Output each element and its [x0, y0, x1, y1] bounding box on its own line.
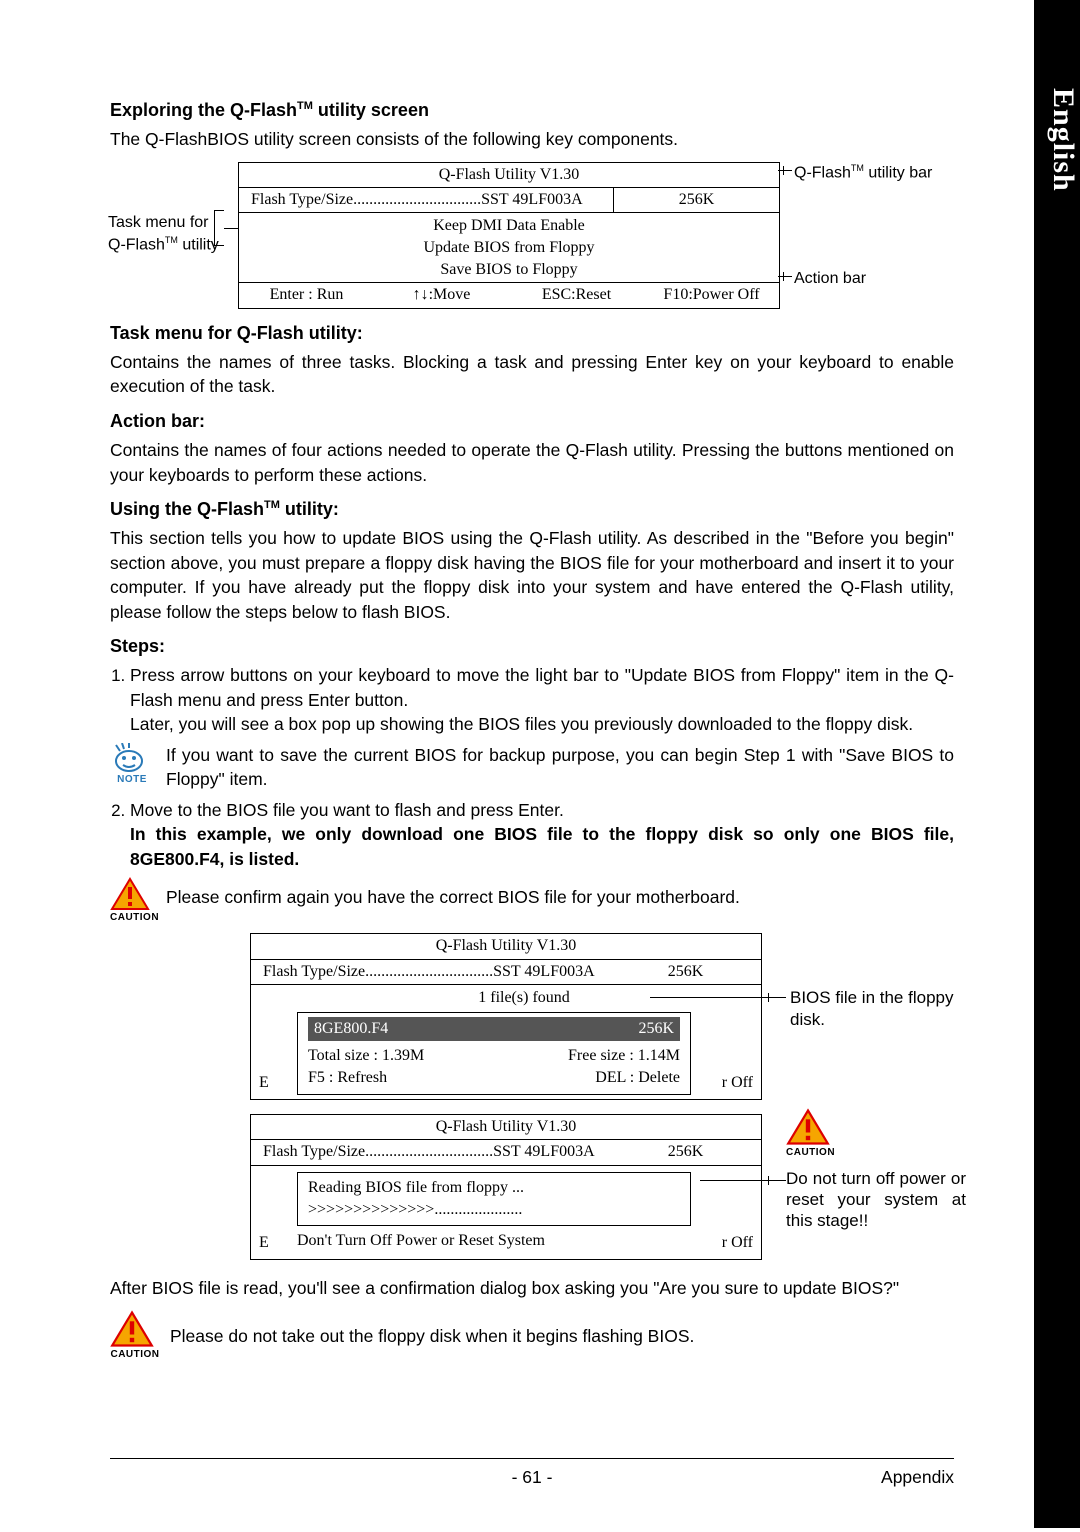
- steps-list: Press arrow buttons on your keyboard to …: [110, 663, 954, 737]
- heading-exploring: Exploring the Q-FlashTM utility screen: [110, 98, 954, 123]
- file-list-box: 8GE800.F4 256K Total size : 1.39M Free s…: [297, 1012, 691, 1095]
- page-footer: - 61 - Appendix: [110, 1458, 954, 1488]
- heading-steps: Steps:: [110, 634, 954, 659]
- note-icon: [110, 743, 148, 773]
- section-name: Appendix: [814, 1467, 954, 1488]
- qflash-title: Q-Flash Utility V1.30: [239, 163, 779, 188]
- heading-action-bar: Action bar:: [110, 409, 954, 434]
- caution-icon: [110, 1310, 154, 1348]
- action-bar-items: Enter : Run ↑↓:Move ESC:Reset F10:Power …: [239, 283, 779, 307]
- diagram-3: Q-Flash Utility V1.30 Flash Type/Size...…: [250, 1114, 860, 1260]
- diagram-2: Q-Flash Utility V1.30 Flash Type/Size...…: [250, 933, 860, 1099]
- caution-floppy: CAUTION Please do not take out the flopp…: [110, 1310, 954, 1362]
- file-size: 256K: [638, 1018, 674, 1040]
- qflash3-type: Flash Type/Size.........................…: [251, 1140, 610, 1164]
- annotation-do-not-turn-off: Do not turn off power or reset your syst…: [786, 1168, 966, 1232]
- caution-label: CAUTION: [110, 911, 154, 925]
- steps-list-cont: Move to the BIOS file you want to flash …: [110, 798, 954, 872]
- page-content: Exploring the Q-FlashTM utility screen T…: [110, 88, 954, 1362]
- qflash-screen-2: Q-Flash Utility V1.30 Flash Type/Size...…: [250, 933, 762, 1099]
- action-bar-paragraph: Contains the names of four actions neede…: [110, 438, 954, 487]
- page-number: - 61 -: [250, 1467, 814, 1488]
- caution-confirm-file: CAUTION Please confirm again you have th…: [110, 877, 954, 925]
- partial-text-right-3: r Off: [722, 1232, 753, 1254]
- refresh-hint: F5 : Refresh: [308, 1067, 387, 1089]
- label-action-bar: Action bar: [794, 268, 866, 290]
- qflash3-title: Q-Flash Utility V1.30: [251, 1115, 761, 1140]
- task-menu-paragraph: Contains the names of three tasks. Block…: [110, 350, 954, 399]
- files-found: 1 file(s) found: [297, 987, 751, 1011]
- partial-text-left: E: [259, 1072, 269, 1094]
- diagram-1: Q-Flash Utility V1.30 Flash Type/Size...…: [110, 162, 954, 309]
- flash-type-size: Flash Type/Size.........................…: [239, 188, 613, 212]
- free-size: Free size : 1.14M: [568, 1045, 680, 1067]
- partial-text-left-3: E: [259, 1232, 269, 1254]
- language-tab-label: English: [1034, 88, 1080, 192]
- heading-using: Using the Q-FlashTM utility:: [110, 497, 954, 522]
- heading-task-menu: Task menu for Q-Flash utility:: [110, 321, 954, 346]
- language-tab: English: [1034, 0, 1080, 1528]
- annotation-bios-file: BIOS file in the floppy disk.: [790, 987, 960, 1030]
- exploring-paragraph: The Q-FlashBIOS utility screen consists …: [110, 127, 954, 152]
- file-highlighted[interactable]: 8GE800.F4 256K: [308, 1017, 680, 1041]
- qflash-screen-3: Q-Flash Utility V1.30 Flash Type/Size...…: [250, 1114, 762, 1260]
- partial-text-right: r Off: [722, 1072, 753, 1094]
- note-save-bios: NOTE If you want to save the current BIO…: [110, 743, 954, 792]
- using-paragraph: This section tells you how to update BIO…: [110, 526, 954, 624]
- task-menu-items: Keep DMI Data Enable Update BIOS from Fl…: [239, 213, 779, 283]
- reading-box: Reading BIOS file from floppy ... >>>>>>…: [297, 1172, 691, 1227]
- caution-label-2: CAUTION: [786, 1146, 835, 1160]
- step-1: Press arrow buttons on your keyboard to …: [130, 663, 954, 737]
- flash-size: 256K: [613, 188, 779, 212]
- step-2: Move to the BIOS file you want to flash …: [130, 798, 954, 872]
- total-size: Total size : 1.39M: [308, 1045, 424, 1067]
- qflash2-title: Q-Flash Utility V1.30: [251, 934, 761, 959]
- note-label: NOTE: [110, 773, 154, 787]
- caution-label-3: CAUTION: [110, 1348, 160, 1362]
- after-read-paragraph: After BIOS file is read, you'll see a co…: [110, 1276, 954, 1301]
- dont-turnoff-text: Don't Turn Off Power or Reset System: [297, 1230, 751, 1252]
- label-utility-bar: Q-FlashTM utility bar: [794, 162, 932, 185]
- reading-text: Reading BIOS file from floppy ...: [308, 1177, 680, 1199]
- caution-icon: [110, 877, 150, 911]
- caution-icon: [786, 1108, 830, 1146]
- delete-hint: DEL : Delete: [595, 1067, 680, 1089]
- qflash3-size: 256K: [610, 1140, 761, 1164]
- label-task-menu: Task menu forQ-FlashTM utility: [108, 212, 228, 257]
- qflash2-type: Flash Type/Size.........................…: [251, 960, 610, 984]
- qflash2-size: 256K: [610, 960, 761, 984]
- qflash-screen-1: Q-Flash Utility V1.30 Flash Type/Size...…: [238, 162, 780, 309]
- file-name: 8GE800.F4: [314, 1018, 388, 1040]
- progress-text: >>>>>>>>>>>>>>......................: [308, 1199, 680, 1221]
